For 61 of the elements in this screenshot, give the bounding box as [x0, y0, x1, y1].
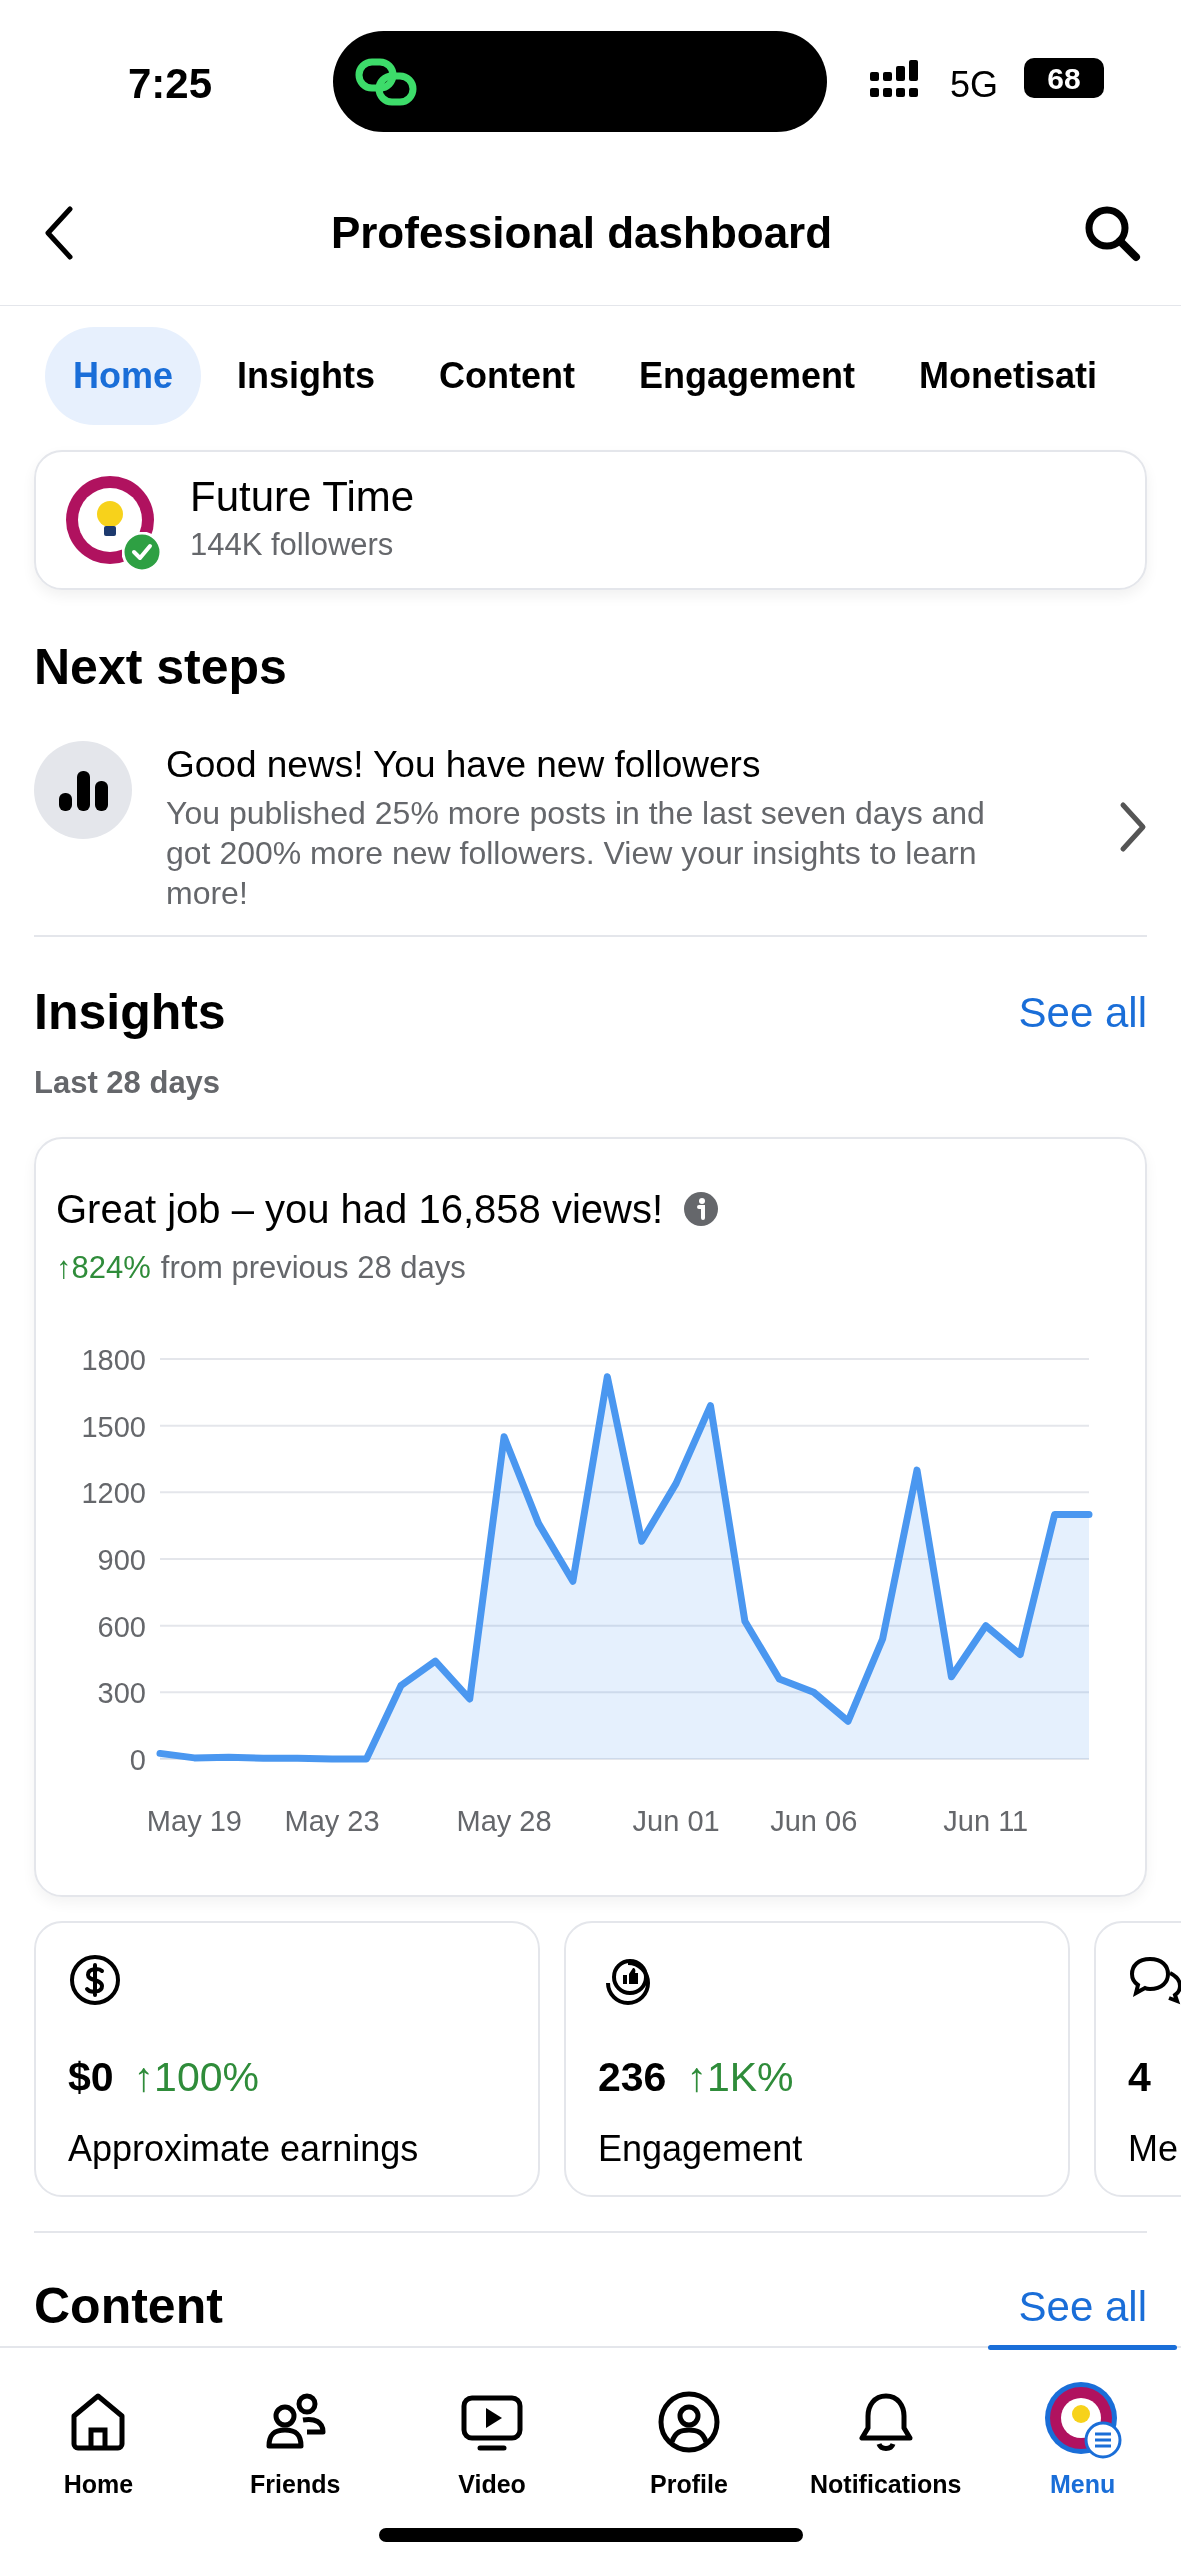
- section-heading: Content: [34, 2276, 223, 2336]
- x-tick-label: Jun 11: [943, 1805, 1029, 1837]
- info-icon[interactable]: [683, 1190, 720, 1227]
- y-tick-label: 600: [97, 1610, 146, 1643]
- nav-tab[interactable]: Menu: [984, 2348, 1181, 2560]
- nav-tab[interactable]: Notifications: [787, 2348, 985, 2560]
- y-tick-label: 300: [97, 1677, 146, 1710]
- avatar-menu-icon: [1042, 2380, 1123, 2460]
- period-label: Last 28 days: [34, 1064, 222, 1102]
- profile-name: Future Time: [190, 471, 415, 522]
- nav-tab[interactable]: Profile: [590, 2348, 788, 2560]
- stat-label: Approximate earnings: [68, 2127, 420, 2171]
- bar-chart-icon: [34, 741, 132, 839]
- tab[interactable]: Content: [411, 327, 603, 425]
- network-label: 5G: [950, 63, 999, 107]
- section-heading: Next steps: [34, 638, 288, 697]
- stat-label: Me: [1128, 2127, 1179, 2171]
- nav-tab[interactable]: Home: [0, 2348, 197, 2560]
- tab[interactable]: Monetisati: [891, 327, 1126, 425]
- change-percent: ↑824%: [56, 1248, 151, 1287]
- profile-card[interactable]: Future Time 144K followers: [34, 450, 1147, 590]
- stat-value: 4: [1128, 2052, 1151, 2102]
- change-note: from previous 28 days: [160, 1248, 466, 1287]
- step-title: Good news! You have new followers: [166, 743, 762, 787]
- stat-value: 236: [598, 2052, 667, 2102]
- stat-card[interactable]: 4 Me: [1094, 1920, 1181, 2197]
- tab[interactable]: Engagement: [611, 327, 884, 425]
- dollar-icon: [68, 1952, 122, 2007]
- next-step-item[interactable]: Good news! You have new followers You published 25% more posts in the last seven days and got 200% more new followers. View your insights to learn more!: [34, 741, 1147, 937]
- page-title: Professional dashboard: [330, 206, 833, 259]
- stat-change: ↑100%: [133, 2052, 259, 2102]
- nav-tab[interactable]: Friends: [196, 2348, 394, 2560]
- x-tick-label: Jun 06: [770, 1805, 858, 1837]
- see-all-link[interactable]: See all: [1018, 981, 1147, 1044]
- y-tick-label: 1800: [81, 1344, 146, 1376]
- chevron-right-icon: [1119, 801, 1147, 853]
- status-time: 7:25: [128, 59, 213, 109]
- tab[interactable]: Insights: [209, 327, 404, 425]
- x-tick-label: Jun 01: [632, 1805, 720, 1837]
- x-tick-label: May 19: [146, 1805, 242, 1837]
- stat-label: Engagement: [598, 2127, 804, 2171]
- link-icon: [355, 56, 419, 107]
- y-tick-label: 1500: [81, 1410, 146, 1443]
- profile-icon: [656, 2390, 721, 2454]
- y-tick-label: 0: [129, 1744, 146, 1776]
- see-all-link[interactable]: See all: [1018, 2274, 1147, 2338]
- x-tick-label: May 28: [456, 1805, 552, 1837]
- stat-card[interactable]: 236 ↑1K% Engagement: [564, 1920, 1070, 2197]
- views-headline: Great job – you had 16,858 views!: [56, 1185, 664, 1233]
- x-tick-label: May 23: [284, 1805, 380, 1837]
- stat-change: ↑1K%: [686, 2052, 794, 2102]
- section-heading: Insights: [34, 983, 226, 1042]
- y-tick-label: 1200: [81, 1477, 146, 1510]
- y-tick-label: 900: [97, 1544, 146, 1576]
- nav-tab[interactable]: Video: [393, 2348, 591, 2560]
- stat-card[interactable]: $0 ↑100% Approximate earnings: [34, 1920, 540, 2197]
- stat-value: $0: [68, 2052, 114, 2102]
- followers-count: 144K followers: [190, 525, 395, 564]
- battery-indicator: 68: [1024, 58, 1104, 98]
- tab[interactable]: Home: [45, 327, 202, 425]
- step-description: You published 25% more posts in the last seven days and got 200% more new followers. View your insights to learn more!: [166, 794, 986, 913]
